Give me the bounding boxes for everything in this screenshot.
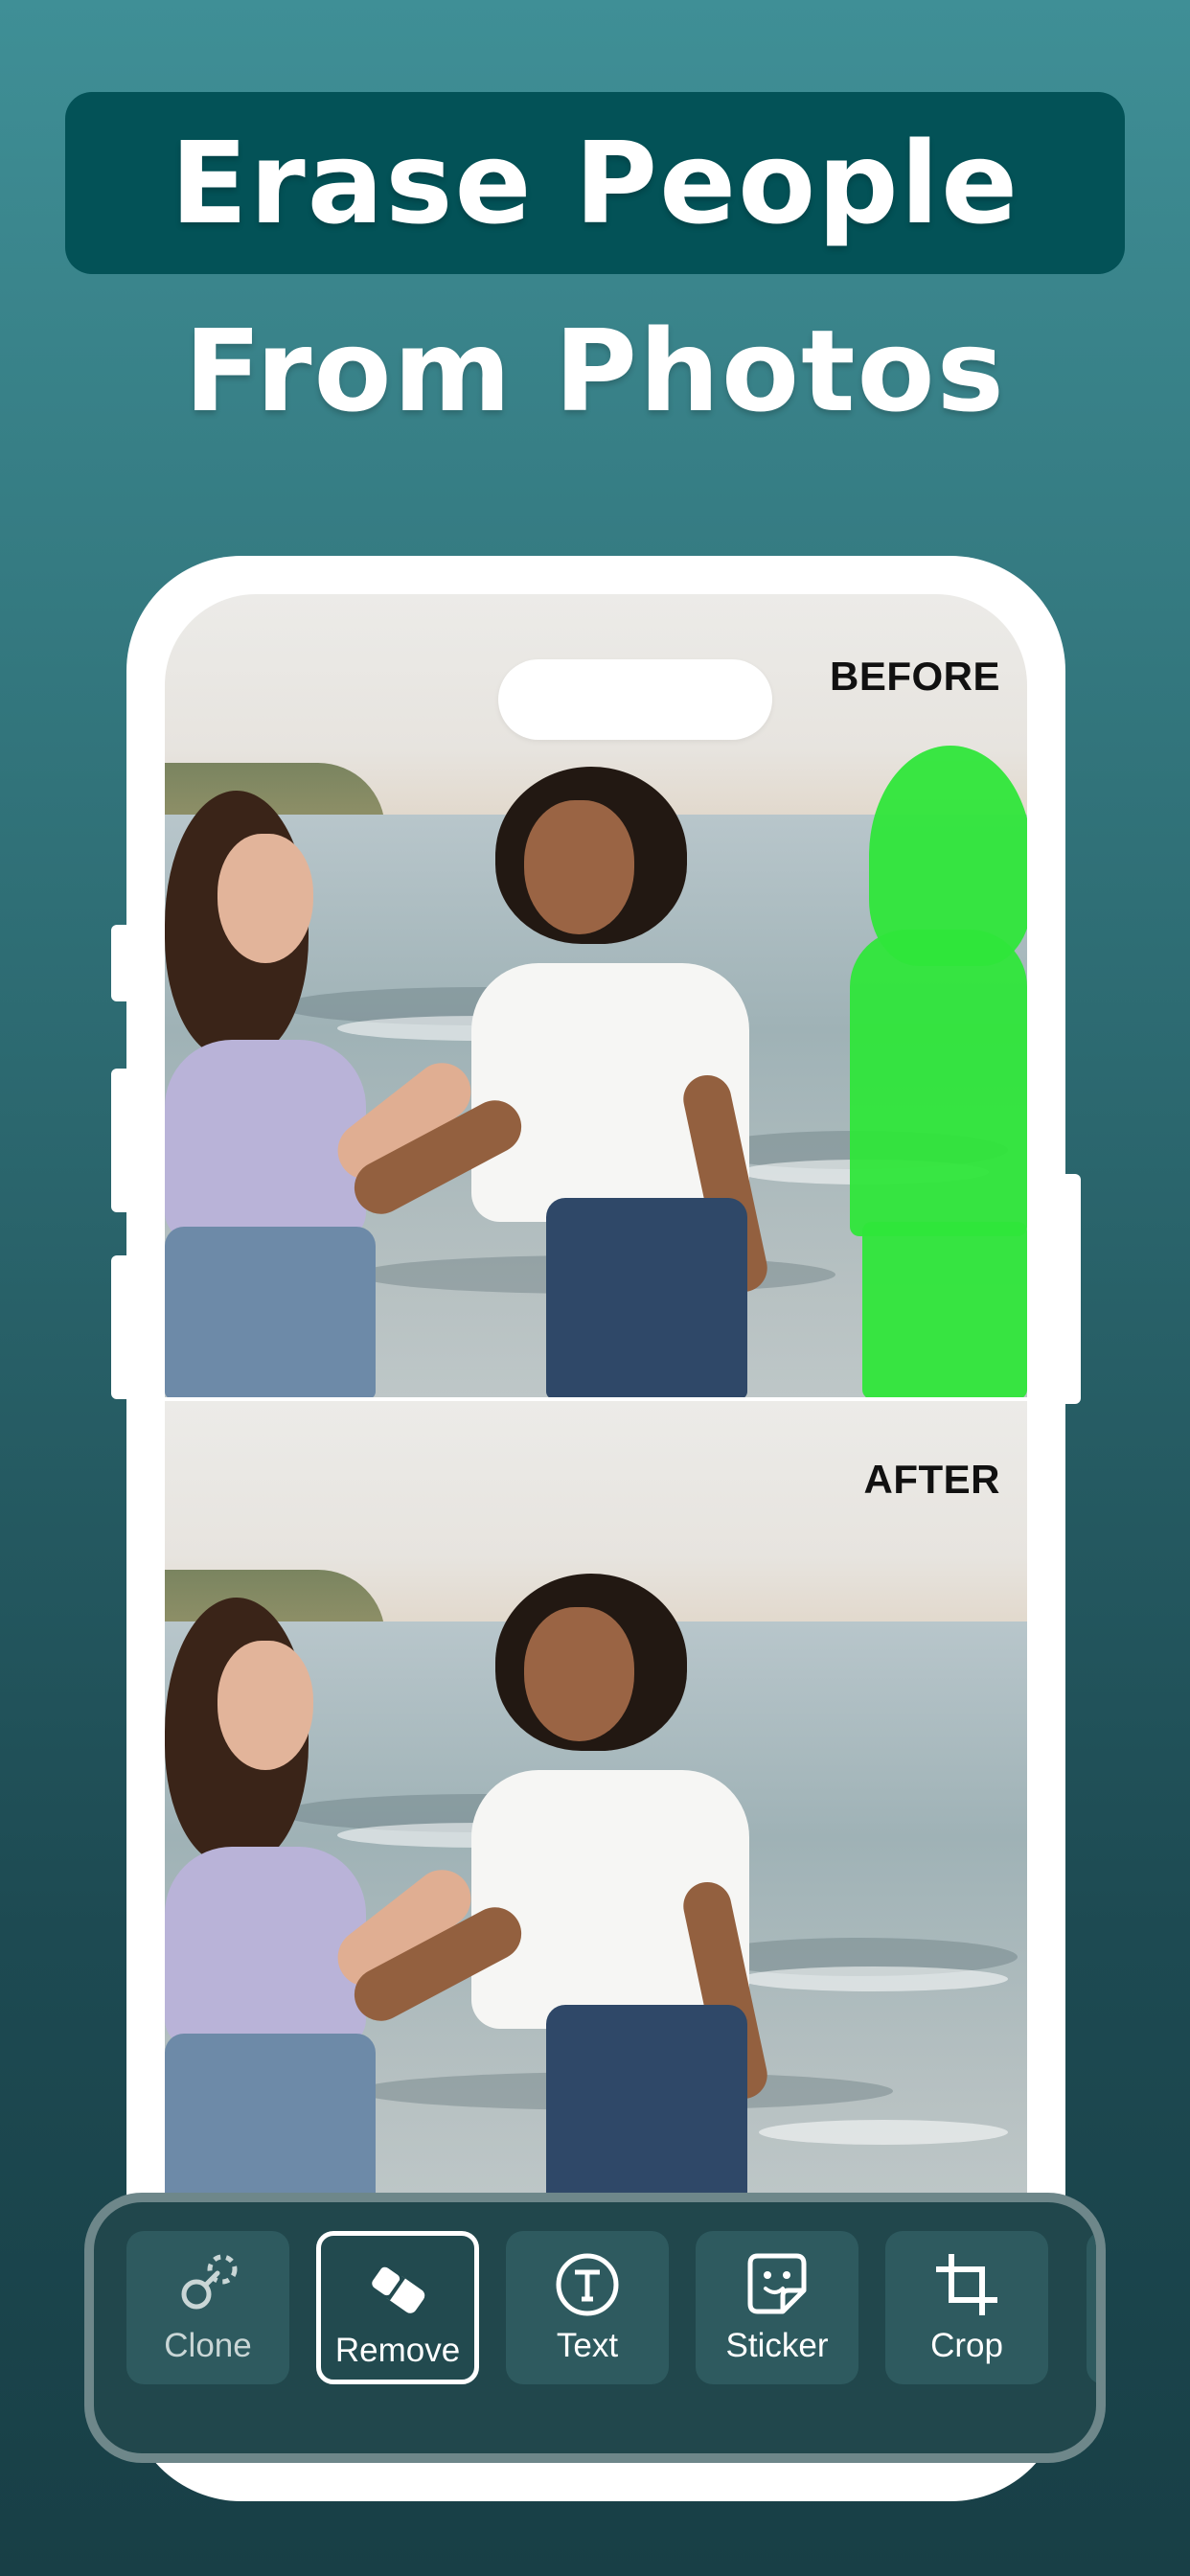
text-tool-label: Text — [556, 2327, 619, 2364]
edit-toolbar: Clone Remove Text Sticker Crop — [84, 2193, 1106, 2463]
phone-side-button — [111, 1255, 130, 1399]
before-label: BEFORE — [829, 654, 1000, 699]
phone-side-button — [111, 1069, 130, 1212]
phone-side-button — [1062, 1174, 1081, 1404]
crop-tool-label: Crop — [930, 2327, 1003, 2364]
remove-tool-label: Remove — [334, 2332, 461, 2369]
phone-screen: BEFORE AFTER — [165, 594, 1027, 2463]
clone-icon — [170, 2246, 246, 2323]
crop-tool-button[interactable]: Crop — [885, 2231, 1048, 2384]
next-tool-button-partial[interactable] — [1087, 2231, 1096, 2384]
eraser-icon — [359, 2251, 436, 2328]
sticker-tool-label: Sticker — [725, 2327, 829, 2364]
text-circle-icon — [549, 2246, 626, 2323]
clone-tool-button[interactable]: Clone — [126, 2231, 289, 2384]
headline-line-2: From Photos — [184, 305, 1006, 437]
clone-tool-label: Clone — [164, 2327, 252, 2364]
headline-banner: Erase People — [65, 92, 1125, 274]
sticker-icon — [739, 2246, 815, 2323]
sticker-tool-button[interactable]: Sticker — [696, 2231, 858, 2384]
dynamic-island — [498, 659, 772, 740]
text-tool-button[interactable]: Text — [506, 2231, 669, 2384]
remove-tool-button[interactable]: Remove — [316, 2231, 479, 2384]
after-label: AFTER — [863, 1457, 1000, 1502]
crop-icon — [928, 2246, 1005, 2323]
phone-side-button — [111, 925, 130, 1001]
headline-line-1: Erase People — [170, 117, 1020, 249]
